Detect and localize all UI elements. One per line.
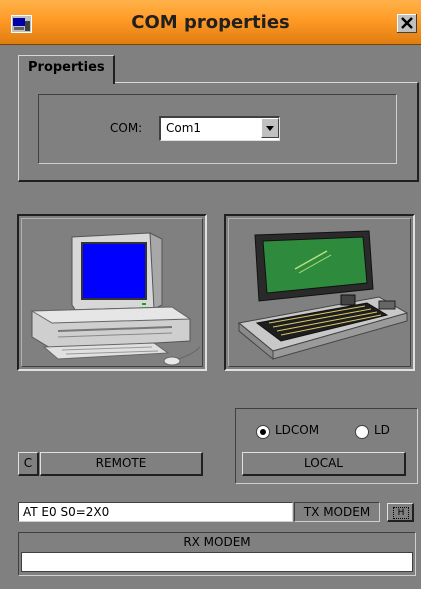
tx-modem-label: TX MODEM: [294, 502, 380, 522]
panel-bevel: [21, 218, 203, 367]
local-button[interactable]: LOCAL: [242, 452, 406, 476]
ldcom-label: LDCOM: [275, 423, 320, 437]
remote-computer-panel: [17, 214, 207, 371]
rx-modem-frame: RX MODEM: [18, 532, 416, 576]
panel-bevel: [228, 218, 411, 367]
chevron-down-icon: [266, 126, 274, 131]
tx-send-button[interactable]: H: [387, 503, 414, 522]
laptop-computer-icon: [237, 230, 409, 361]
ld-radio[interactable]: [355, 425, 369, 439]
dropdown-arrow-icon[interactable]: [261, 118, 279, 138]
title-bar[interactable]: COM properties: [0, 0, 421, 45]
tab-label: Properties: [28, 60, 105, 75]
c-button[interactable]: C: [18, 452, 39, 476]
ldcom-radio[interactable]: [256, 425, 270, 439]
com-properties-window: COM properties Properties COM: Com1 LDCO…: [0, 0, 421, 589]
desktop-computer-icon: [30, 232, 201, 366]
com-label: COM:: [110, 121, 143, 135]
tx-button-label: H: [393, 507, 409, 519]
remote-button[interactable]: REMOTE: [40, 452, 203, 476]
close-icon[interactable]: [397, 14, 417, 33]
rx-modem-output[interactable]: [21, 552, 413, 572]
window-title: COM properties: [131, 12, 290, 33]
ld-label: LD: [374, 423, 390, 437]
com-port-value: Com1: [166, 121, 202, 135]
rx-modem-label: RX MODEM: [183, 535, 251, 549]
tab-properties[interactable]: Properties: [18, 55, 115, 84]
com-port-select[interactable]: Com1: [159, 116, 280, 141]
tx-command-input[interactable]: AT E0 S0=2X0: [18, 502, 293, 522]
local-computer-panel: [224, 214, 415, 371]
